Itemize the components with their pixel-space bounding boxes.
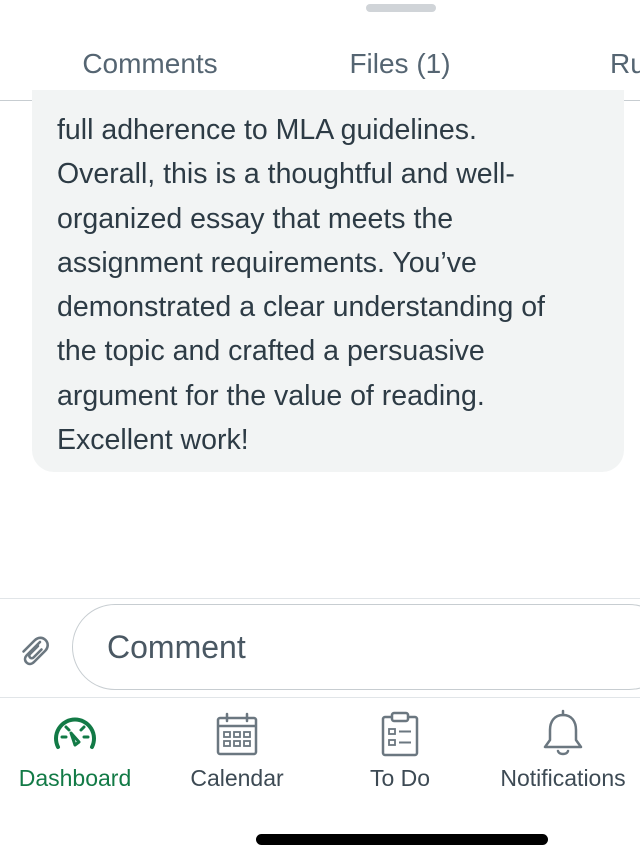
tab-rubric-label: Ru xyxy=(610,48,640,79)
dashboard-gauge-icon xyxy=(50,709,100,759)
comment-input[interactable] xyxy=(72,604,640,690)
calendar-icon xyxy=(212,709,262,759)
bottom-navigation: Dashboard Calendar To Do Notifications xyxy=(0,697,640,854)
comment-line: Excellent work! xyxy=(57,424,249,457)
submission-comments-screen: Comments Files (1) Ru full adherence to … xyxy=(0,0,640,854)
clipboard-todo-icon xyxy=(375,709,425,759)
comment-text: full adherence to MLA guidelines. Overal… xyxy=(57,108,597,462)
paperclip-icon[interactable] xyxy=(16,633,52,669)
nav-todo[interactable]: To Do xyxy=(320,697,480,807)
nav-dashboard[interactable]: Dashboard xyxy=(0,697,155,807)
tab-files-label: Files (1) xyxy=(349,48,451,79)
comment-line: argument for the value of reading. xyxy=(57,379,485,412)
bell-icon xyxy=(538,709,588,759)
nav-notifications-label: Notifications xyxy=(500,765,626,791)
comment-line: organized essay that meets the xyxy=(57,202,454,235)
home-indicator xyxy=(256,834,548,845)
comment-line: demonstrated a clear understanding of xyxy=(57,291,545,324)
comment-line: assignment requirements. You’ve xyxy=(57,246,477,279)
tab-comments-label: Comments xyxy=(82,48,218,79)
nav-calendar[interactable]: Calendar xyxy=(157,697,317,807)
nav-notifications[interactable]: Notifications xyxy=(483,697,640,807)
sheet-grabber-handle[interactable] xyxy=(366,4,436,12)
comment-line: Overall, this is a thoughtful and well- xyxy=(57,158,515,191)
comment-line: full adherence to MLA guidelines. xyxy=(57,114,477,146)
comment-line: the topic and crafted a persuasive xyxy=(57,335,485,368)
